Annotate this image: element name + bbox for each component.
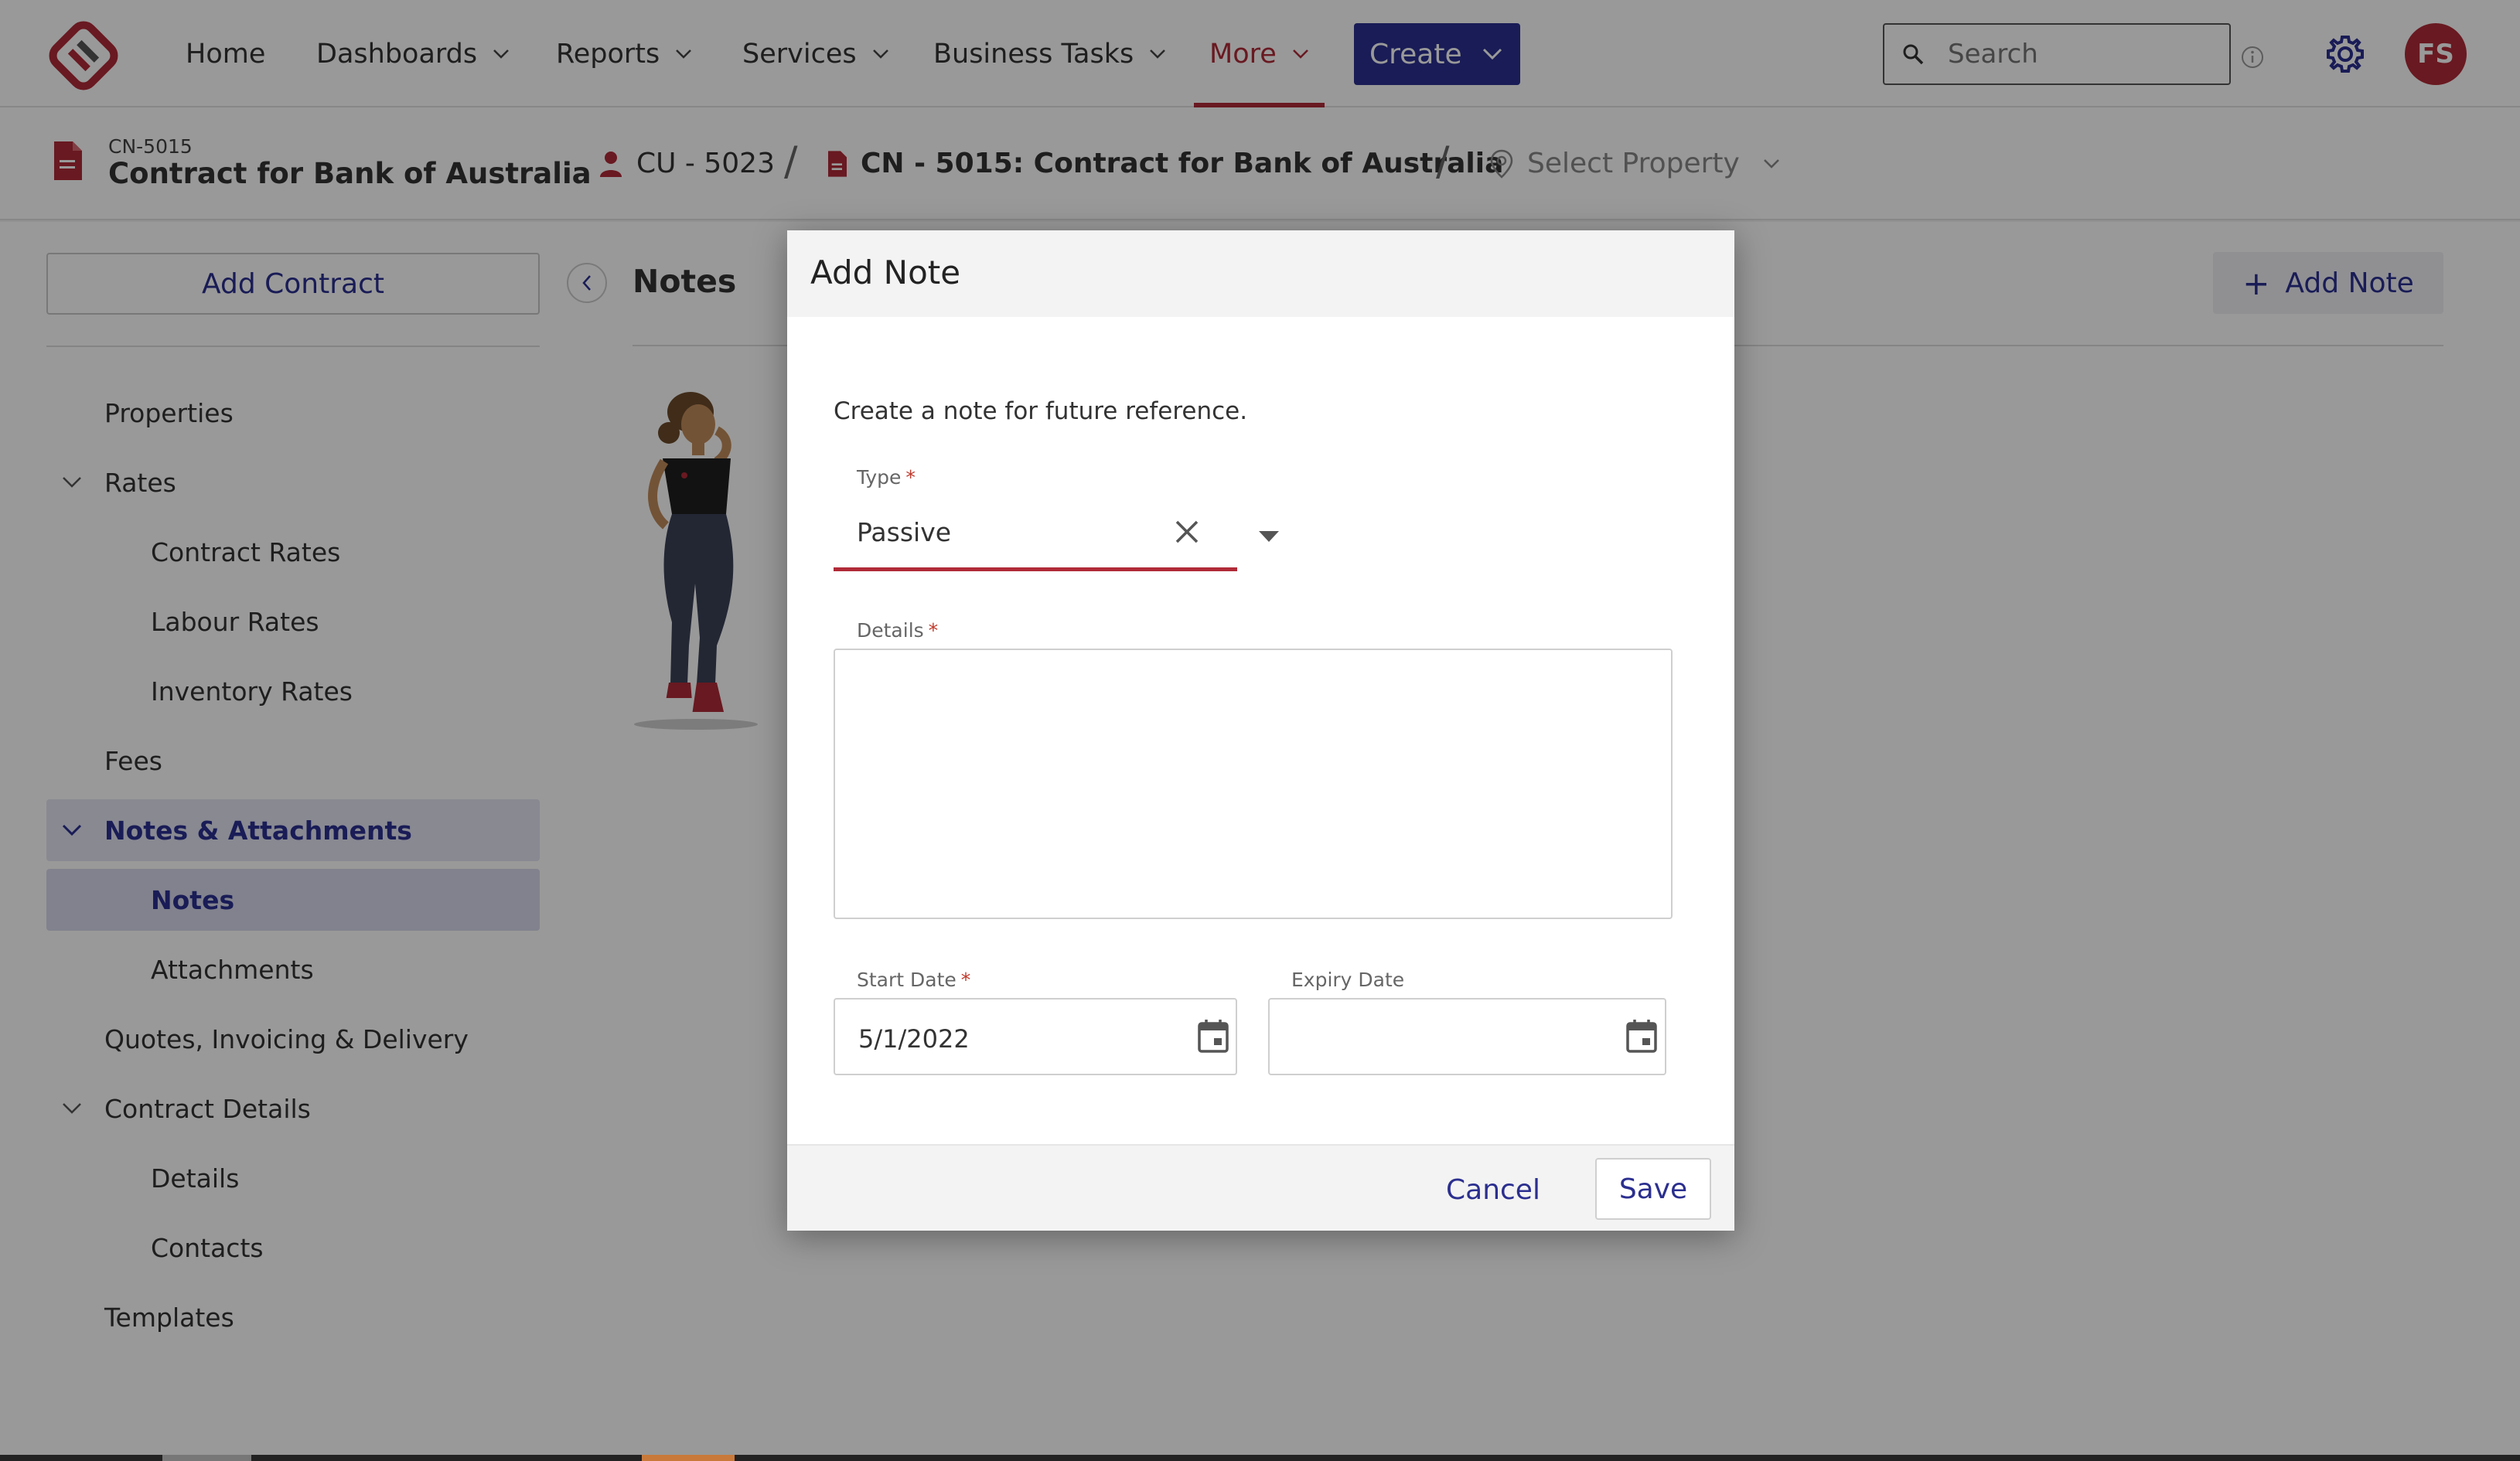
strip-segment [162, 1455, 251, 1461]
start-date-field[interactable]: 5/1/2022 [834, 998, 1237, 1075]
details-label-text: Details [857, 619, 924, 642]
dialog-description: Create a note for future reference. [834, 397, 1248, 425]
cancel-button[interactable]: Cancel [1438, 1164, 1548, 1215]
type-select[interactable]: Passive [834, 489, 1279, 571]
bottom-status-strip [0, 1455, 2520, 1461]
save-button[interactable]: Save [1595, 1158, 1711, 1220]
required-marker: * [960, 969, 971, 991]
details-label: Details * [857, 619, 938, 642]
expiry-date-label: Expiry Date [1291, 969, 1405, 991]
dropdown-arrow-icon[interactable] [1257, 530, 1280, 543]
start-date-label-text: Start Date [857, 969, 957, 991]
add-note-dialog: Add Note Create a note for future refere… [787, 230, 1734, 1231]
required-marker: * [905, 466, 916, 489]
type-label: Type * [857, 466, 916, 489]
calendar-icon[interactable] [1197, 1018, 1229, 1054]
clear-icon[interactable] [1174, 519, 1200, 545]
start-date-label: Start Date * [857, 969, 970, 991]
details-textarea[interactable] [834, 649, 1673, 919]
calendar-icon[interactable] [1625, 1018, 1658, 1054]
strip-segment [642, 1455, 735, 1461]
dialog-header: Add Note [787, 230, 1734, 317]
expiry-date-field[interactable] [1268, 998, 1666, 1075]
type-label-text: Type [857, 466, 902, 489]
dialog-title: Add Note [810, 254, 961, 291]
required-marker: * [928, 619, 939, 642]
start-date-value: 5/1/2022 [858, 1024, 970, 1054]
type-select-value: Passive [857, 517, 952, 547]
dialog-footer: Cancel Save [787, 1144, 1734, 1231]
